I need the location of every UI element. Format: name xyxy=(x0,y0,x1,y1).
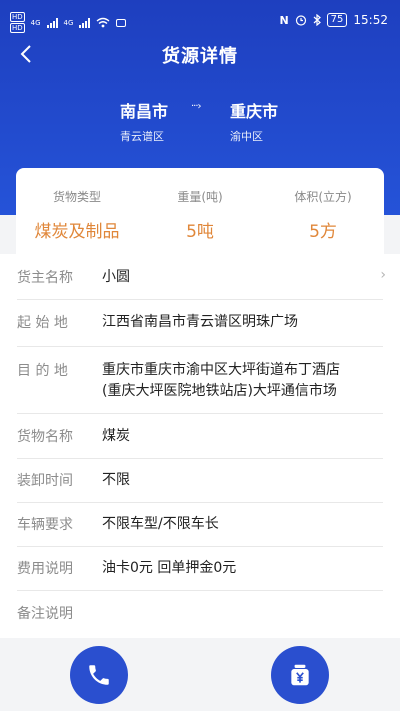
signal-icon xyxy=(79,17,91,28)
detail-value: 江西省南昌市青云谱区明珠广场 xyxy=(102,314,298,330)
payment-button[interactable] xyxy=(271,646,329,704)
volume-value: 5方 xyxy=(309,222,337,242)
detail-value: 煤炭 xyxy=(102,428,130,444)
origin-city: 南昌市 xyxy=(120,102,169,121)
divider xyxy=(17,413,383,414)
detail-key: 货物名称 xyxy=(17,429,73,445)
route-arrow-icon: ···› xyxy=(191,101,202,112)
route-destination: 重庆市 渝中区 xyxy=(230,98,278,144)
route-origin: 南昌市 青云谱区 xyxy=(120,98,168,144)
chevron-right-icon: › xyxy=(380,267,386,283)
weight-value: 5吨 xyxy=(186,222,214,242)
page-title: 货源详情 xyxy=(162,46,238,67)
status-time: 15:52 xyxy=(353,13,388,27)
wifi-icon xyxy=(96,17,110,28)
cargo-summary-card: 货物类型 煤炭及制品 重量(吨) 5吨 体积(立方) 5方 xyxy=(16,168,384,254)
network-label: 4G xyxy=(30,18,41,27)
divider xyxy=(17,458,383,459)
cargo-type-label: 货物类型 xyxy=(52,190,101,204)
detail-key: 货主名称 xyxy=(17,270,73,286)
divider xyxy=(17,546,383,547)
cargo-type-col: 货物类型 煤炭及制品 xyxy=(16,168,138,242)
alarm-icon xyxy=(295,15,306,26)
destination-city: 重庆市 xyxy=(230,102,279,121)
divider xyxy=(17,299,383,300)
volume-label: 体积(立方) xyxy=(294,190,352,204)
volume-col: 体积(立方) 5方 xyxy=(262,168,384,242)
route-summary: 南昌市 青云谱区 ···› 重庆市 渝中区 xyxy=(0,98,400,148)
detail-key: 车辆要求 xyxy=(17,517,73,533)
detail-value: 重庆市重庆市渝中区大坪街道布丁酒店 (重庆大坪医院地铁站店)大坪通信市场 xyxy=(102,360,380,402)
status-bar: HD HD 4G 4G N 75 15:52 xyxy=(0,0,400,40)
detail-list: 货主名称 小圆 › 起 始 地 江西省南昌市青云谱区明珠广场 目 的 地 重庆市… xyxy=(0,254,400,638)
weight-col: 重量(吨) 5吨 xyxy=(139,168,261,242)
bottom-action-bar xyxy=(0,638,400,711)
detail-key: 目 的 地 xyxy=(17,363,68,379)
bluetooth-icon xyxy=(313,14,321,26)
battery-icon: 75 xyxy=(326,13,348,27)
destination-line-2: (重庆大坪医院地铁站店)大坪通信市场 xyxy=(102,383,337,399)
origin-district: 青云谱区 xyxy=(120,130,164,143)
detail-value: 油卡0元 回单押金0元 xyxy=(102,560,237,576)
phone-icon xyxy=(89,665,109,685)
detail-value: 小圆 xyxy=(102,269,130,285)
hd-badge: HD xyxy=(10,23,25,33)
network-label: 4G xyxy=(63,18,74,27)
detail-key: 备注说明 xyxy=(17,606,73,622)
divider xyxy=(17,590,383,591)
divider xyxy=(17,502,383,503)
nfc-icon: N xyxy=(279,13,289,27)
nav-bar: 货源详情 xyxy=(0,36,400,72)
detail-key: 费用说明 xyxy=(17,561,73,577)
signal-icon xyxy=(46,17,58,28)
detail-value: 不限 xyxy=(102,472,130,488)
divider xyxy=(17,346,383,347)
detail-value: 不限车型/不限车长 xyxy=(102,516,219,532)
cargo-type-value: 煤炭及制品 xyxy=(34,222,120,242)
weight-label: 重量(吨) xyxy=(177,190,223,204)
detail-key: 装卸时间 xyxy=(17,473,73,489)
hd-badge: HD xyxy=(10,12,25,22)
detail-key: 起 始 地 xyxy=(17,315,68,331)
message-icon xyxy=(116,18,127,27)
destination-line-1: 重庆市重庆市渝中区大坪街道布丁酒店 xyxy=(102,362,340,378)
destination-district: 渝中区 xyxy=(230,130,263,143)
call-button[interactable] xyxy=(70,646,128,704)
wallet-yen-icon xyxy=(291,664,309,686)
